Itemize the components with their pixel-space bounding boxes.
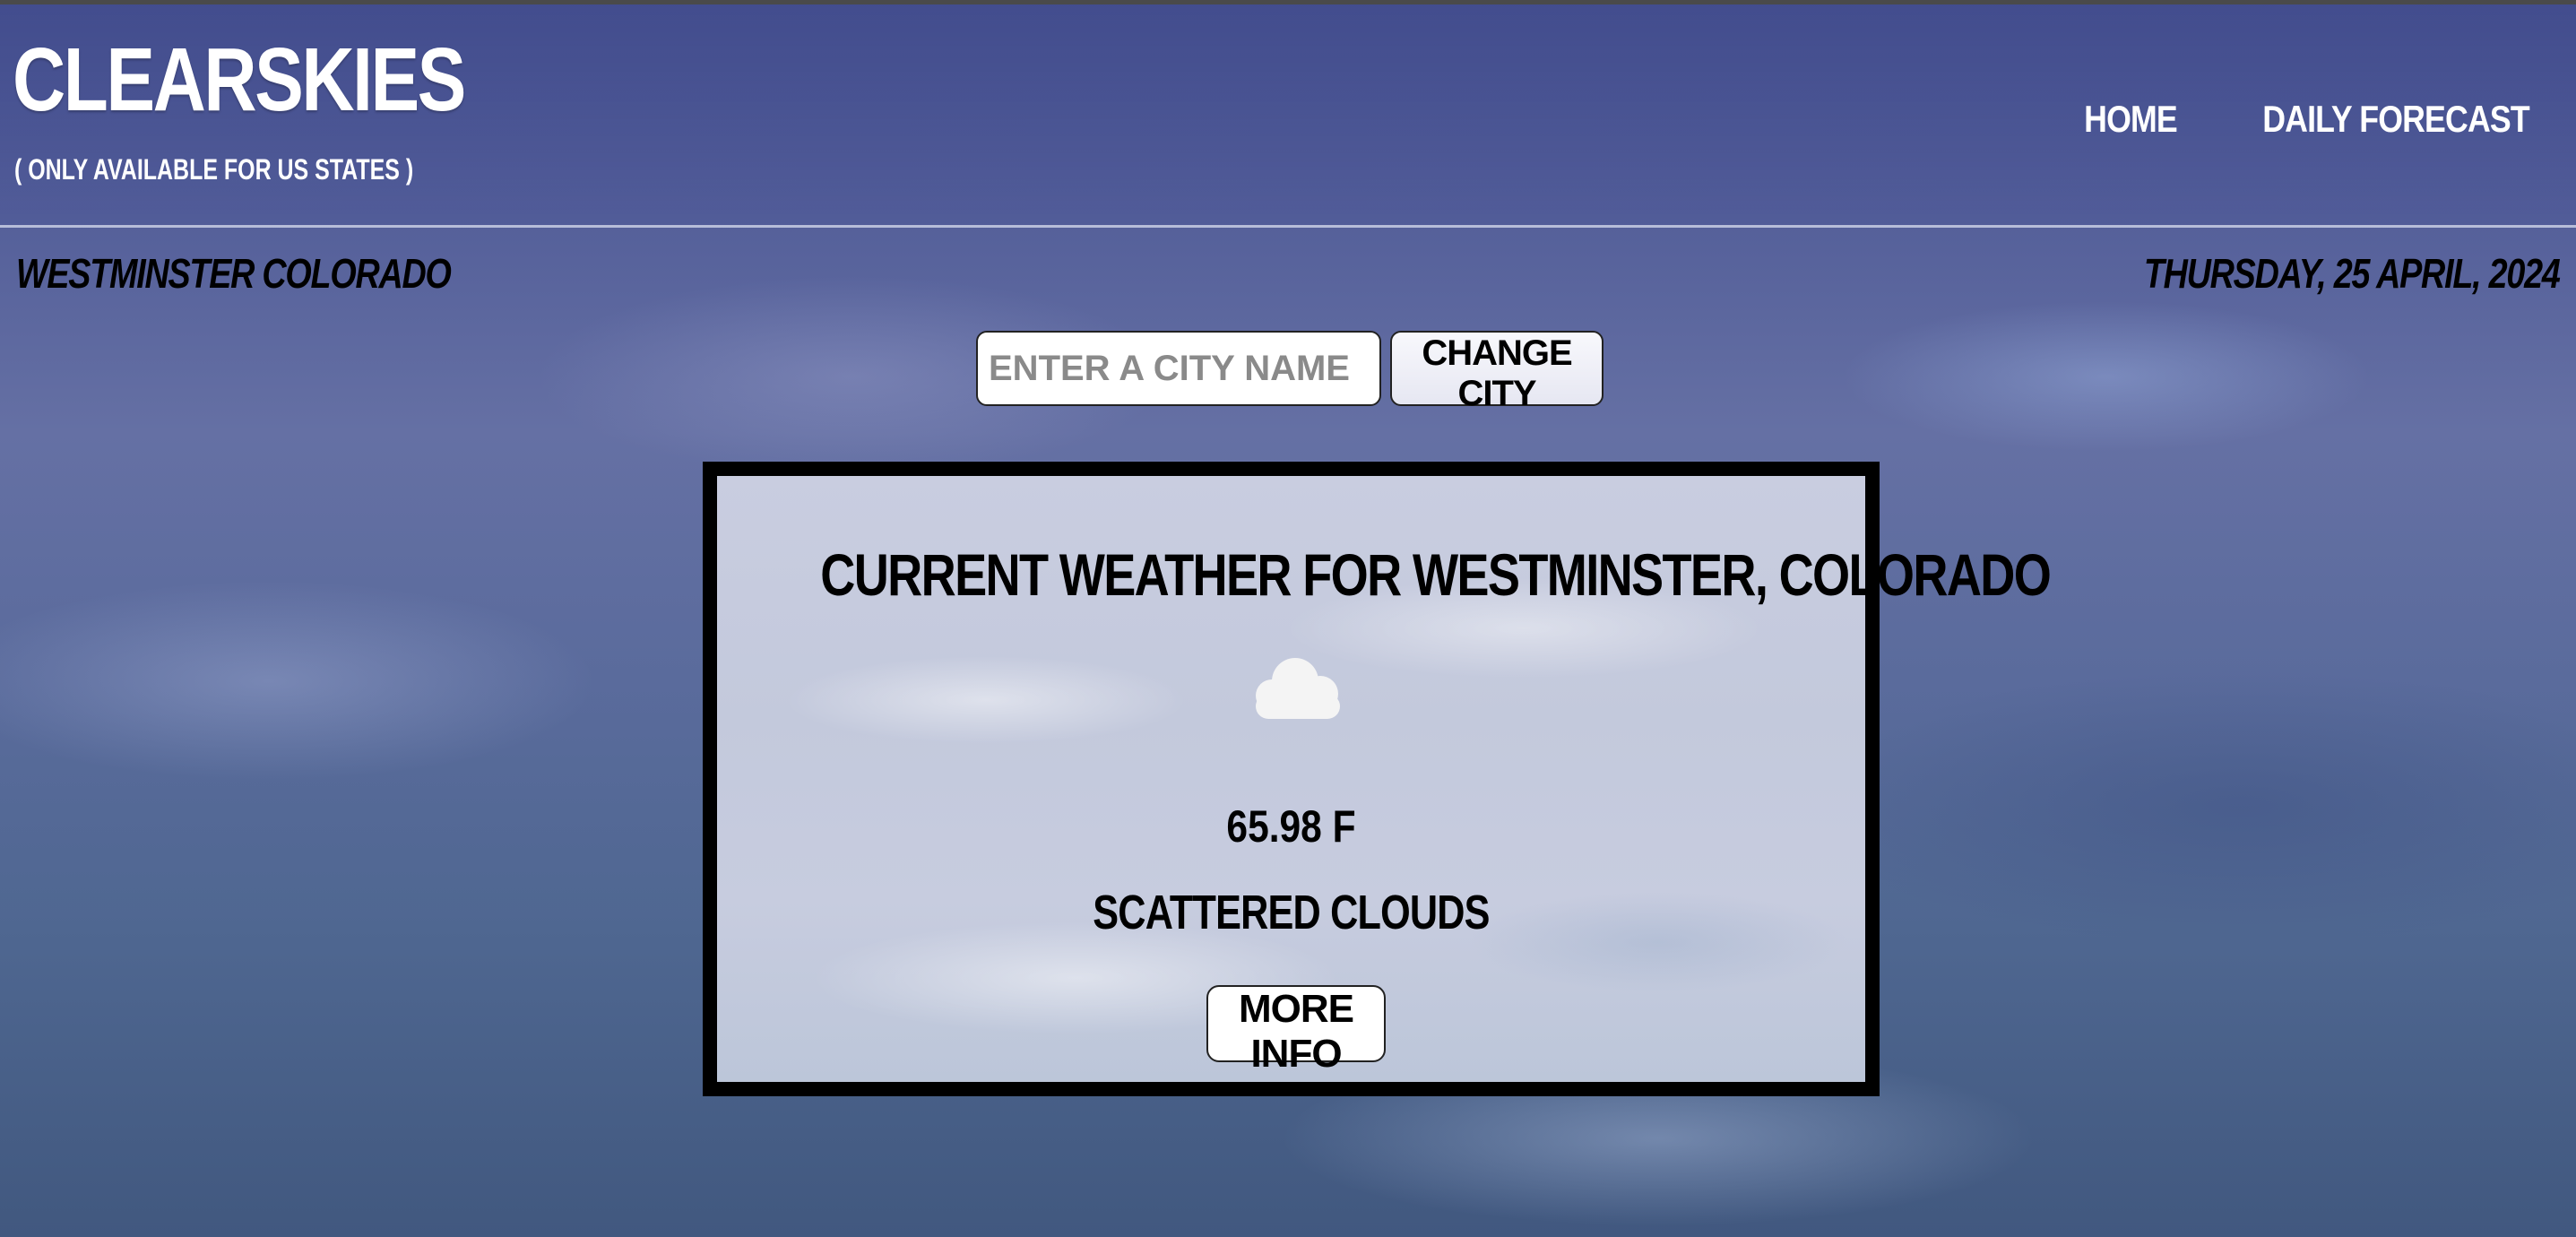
cloud-icon [1256, 658, 1340, 719]
main-nav: HOME DAILY FORECAST [2076, 98, 2553, 141]
weather-card-title: CURRENT WEATHER FOR WESTMINSTER, COLORAD… [820, 541, 2052, 608]
nav-home-link[interactable]: HOME [2084, 98, 2178, 141]
site-header: CLEARSKIES ( ONLY AVAILABLE FOR US STATE… [0, 4, 2576, 228]
temperature-value: 65.98 F [1226, 801, 1356, 852]
current-weather-card: CURRENT WEATHER FOR WESTMINSTER, COLORAD… [703, 462, 2052, 1096]
current-date: THURSDAY, 25 APRIL, 2024 [2144, 250, 2561, 297]
city-search-input[interactable] [976, 331, 1381, 406]
city-search-form: CHANGE CITY [976, 331, 1604, 413]
current-location: WESTMINSTER COLORADO [16, 250, 452, 297]
change-city-button[interactable]: CHANGE CITY [1390, 331, 1604, 413]
nav-daily-forecast-link[interactable]: DAILY FORECAST [2262, 98, 2529, 141]
weather-description: SCATTERED CLOUDS [1093, 886, 1490, 939]
more-info-button[interactable]: MORE INFO [1206, 985, 1386, 1076]
site-subtitle: ( ONLY AVAILABLE FOR US STATES ) [14, 153, 414, 186]
site-title[interactable]: CLEARSKIES [13, 35, 466, 125]
